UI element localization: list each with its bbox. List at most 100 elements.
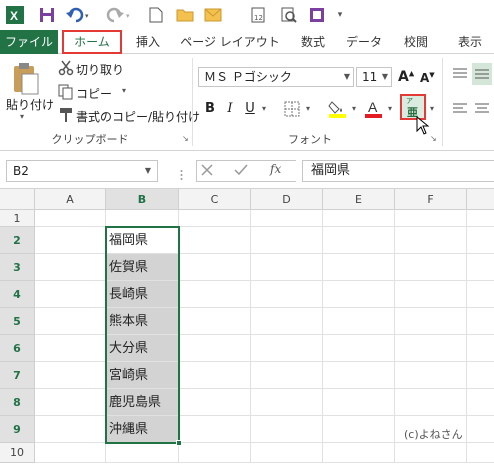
grid-cell[interactable] [179, 362, 251, 389]
align-left-icon[interactable] [452, 102, 468, 116]
grid-cell[interactable] [323, 443, 395, 463]
grid-cell[interactable] [395, 443, 467, 463]
row-header[interactable]: 4 [0, 281, 35, 308]
cell-b2[interactable]: 福岡県 [106, 227, 179, 254]
grid-cell[interactable] [179, 227, 251, 254]
grid-cell[interactable] [467, 335, 494, 362]
grid-cell[interactable] [251, 210, 323, 227]
grid-cell[interactable] [467, 254, 494, 281]
grid-cell[interactable] [467, 443, 494, 463]
grid-cell[interactable] [35, 254, 106, 281]
clipboard-icon[interactable] [8, 60, 44, 100]
form-icon[interactable] [308, 5, 326, 25]
border-dropdown-icon[interactable]: ▾ [302, 98, 314, 120]
grid-cell[interactable] [251, 362, 323, 389]
tab-formulas[interactable]: 数式 [292, 30, 334, 54]
grid-cell[interactable] [35, 416, 106, 443]
worksheet-grid[interactable]: A B C D E F 1 2 福岡県 3 佐賀県 4 長崎県 5 熊本県 6 大分県 7 宮崎県 8 鹿児… [0, 189, 494, 473]
underline-button[interactable]: U [240, 98, 260, 120]
grid-cell[interactable] [251, 335, 323, 362]
grid-cell[interactable] [179, 389, 251, 416]
grid-cell[interactable] [395, 308, 467, 335]
grid-cell[interactable] [323, 254, 395, 281]
tab-insert[interactable]: 挿入 [130, 30, 166, 54]
grid-cell[interactable] [323, 416, 395, 443]
cell-b10[interactable] [106, 443, 179, 463]
grid-cell[interactable] [467, 308, 494, 335]
cut-button[interactable]: 切り取り [76, 61, 124, 78]
grid-cell[interactable] [467, 210, 494, 227]
grid-cell[interactable] [179, 254, 251, 281]
cell-b8[interactable]: 鹿児島県 [106, 389, 179, 416]
grid-cell[interactable] [467, 416, 494, 443]
shrink-font-icon[interactable]: A▼ [420, 71, 435, 85]
grid-cell[interactable] [467, 389, 494, 416]
grid-cell[interactable] [323, 281, 395, 308]
paste-dropdown-icon[interactable]: ▾ [20, 112, 24, 121]
grid-cell[interactable] [467, 281, 494, 308]
clipboard-launcher-icon[interactable]: ↘ [182, 134, 189, 143]
grid-cell[interactable] [467, 362, 494, 389]
font-color-dropdown-icon[interactable]: ▾ [384, 98, 396, 120]
font-launcher-icon[interactable]: ↘ [430, 134, 437, 143]
font-color-icon[interactable]: A [364, 98, 384, 118]
grid-cell[interactable] [35, 389, 106, 416]
cell-b4[interactable]: 長崎県 [106, 281, 179, 308]
grid-cell[interactable] [395, 210, 467, 227]
grid-cell[interactable] [251, 416, 323, 443]
column-header-e[interactable]: E [323, 189, 395, 210]
column-header-g[interactable] [467, 189, 494, 210]
print-preview-icon[interactable]: 12 [250, 5, 268, 25]
grid-cell[interactable] [35, 335, 106, 362]
grid-cell[interactable] [35, 362, 106, 389]
grid-cell[interactable] [35, 210, 106, 227]
cell-b9[interactable]: 沖縄県 [106, 416, 179, 443]
row-header[interactable]: 3 [0, 254, 35, 281]
grow-font-icon[interactable]: A▲ [398, 69, 414, 85]
open-folder-icon[interactable] [176, 5, 194, 25]
column-header-a[interactable]: A [35, 189, 106, 210]
redo-icon[interactable]: ▾ [106, 5, 134, 25]
grid-cell[interactable] [323, 362, 395, 389]
grid-cell[interactable] [179, 281, 251, 308]
formula-input[interactable]: 福岡県 [302, 160, 494, 182]
tab-home[interactable]: ホーム [62, 30, 122, 54]
column-header-c[interactable]: C [179, 189, 251, 210]
column-header-d[interactable]: D [251, 189, 323, 210]
row-header[interactable]: 1 [0, 210, 35, 227]
grid-cell[interactable] [251, 389, 323, 416]
cell-b1[interactable] [106, 210, 179, 227]
grid-cell[interactable] [395, 335, 467, 362]
tab-file[interactable]: ファイル [0, 30, 58, 54]
row-header[interactable]: 6 [0, 335, 35, 362]
grid-cell[interactable] [323, 308, 395, 335]
row-header[interactable]: 9 [0, 416, 35, 443]
email-icon[interactable] [204, 5, 222, 25]
grid-cell[interactable] [395, 389, 467, 416]
grid-cell[interactable] [179, 416, 251, 443]
column-header-b[interactable]: B [106, 189, 179, 210]
save-icon[interactable] [38, 5, 56, 25]
resize-handle-icon[interactable] [180, 169, 183, 180]
cancel-icon[interactable] [200, 163, 214, 177]
format-painter-button[interactable]: 書式のコピー/貼り付け [76, 108, 200, 125]
enter-icon[interactable] [234, 163, 248, 177]
customize-qat-icon[interactable]: ▾ [334, 5, 346, 25]
bold-button[interactable]: B [200, 98, 220, 120]
grid-cell[interactable] [395, 254, 467, 281]
select-all-corner[interactable] [0, 189, 35, 210]
tab-view[interactable]: 表示 [450, 30, 490, 54]
grid-cell[interactable] [35, 443, 106, 463]
column-header-f[interactable]: F [395, 189, 467, 210]
fill-color-dropdown-icon[interactable]: ▾ [348, 98, 360, 120]
align-top-icon[interactable] [452, 67, 468, 81]
grid-cell[interactable] [251, 254, 323, 281]
grid-cell[interactable] [179, 210, 251, 227]
font-name-select[interactable]: ＭＳ Ｐゴシック ▼ [198, 67, 354, 87]
zoom-icon[interactable] [280, 5, 298, 25]
new-file-icon[interactable] [148, 5, 164, 25]
grid-cell[interactable] [179, 443, 251, 463]
row-header[interactable]: 8 [0, 389, 35, 416]
grid-cell[interactable] [35, 281, 106, 308]
grid-cell[interactable] [323, 227, 395, 254]
